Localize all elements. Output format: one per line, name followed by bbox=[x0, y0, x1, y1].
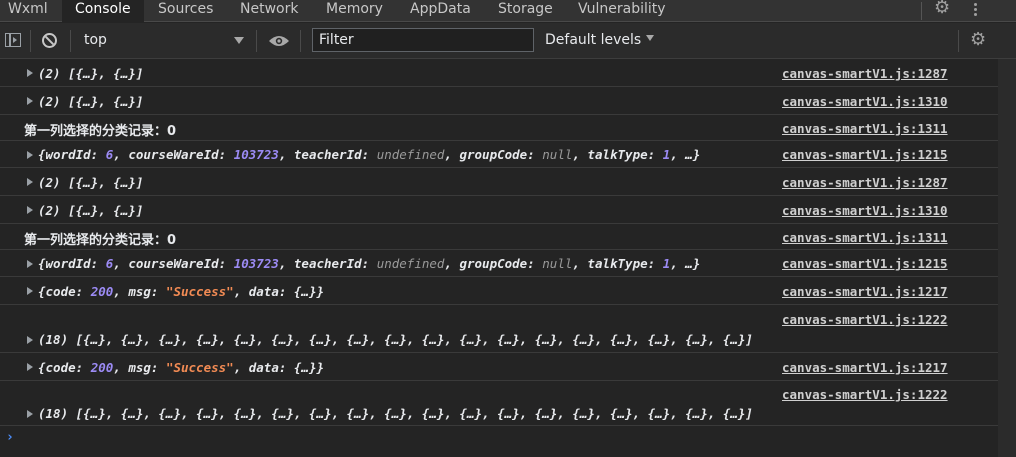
source-link[interactable]: canvas-smartV1.js:1310 bbox=[782, 94, 948, 109]
log-levels-label: Default levels bbox=[545, 32, 642, 48]
log-row[interactable]: (2) [{…}, {…}] canvas-smartV1.js:1287 bbox=[0, 59, 998, 87]
log-levels-dropdown[interactable]: Default levels bbox=[545, 32, 655, 48]
toolbar-divider bbox=[256, 30, 257, 52]
tab-network[interactable]: Network bbox=[240, 0, 298, 22]
object-preview: {wordId: 6, courseWareId: 103723, teache… bbox=[38, 256, 701, 271]
source-link[interactable]: canvas-smartV1.js:1287 bbox=[782, 175, 948, 190]
log-message: {wordId: 6, courseWareId: 103723, teache… bbox=[24, 256, 700, 271]
object-preview: {code: 200, msg: "Success", data: {…}} bbox=[38, 360, 324, 375]
object-preview: {wordId: 6, courseWareId: 103723, teache… bbox=[38, 147, 701, 162]
log-row[interactable]: (2) [{…}, {…}] canvas-smartV1.js:1310 bbox=[0, 196, 998, 224]
console-messages: (2) [{…}, {…}] canvas-smartV1.js:1287 (2… bbox=[0, 59, 1016, 457]
source-link[interactable]: canvas-smartV1.js:1311 bbox=[782, 121, 948, 136]
log-message: {wordId: 6, courseWareId: 103723, teache… bbox=[24, 147, 700, 162]
source-link[interactable]: canvas-smartV1.js:1217 bbox=[782, 284, 948, 299]
source-link[interactable]: canvas-smartV1.js:1215 bbox=[782, 147, 948, 162]
toolbar-divider bbox=[30, 30, 31, 52]
tab-storage[interactable]: Storage bbox=[498, 0, 553, 22]
gear-icon[interactable]: ⚙ bbox=[934, 0, 950, 17]
log-row[interactable]: (2) [{…}, {…}] canvas-smartV1.js:1287 bbox=[0, 168, 998, 196]
log-message: (18) [{…}, {…}, {…}, {…}, {…}, {…}, {…},… bbox=[38, 406, 753, 421]
log-message: {code: 200, msg: "Success", data: {…}} bbox=[24, 360, 324, 375]
source-link[interactable]: canvas-smartV1.js:1310 bbox=[782, 203, 948, 218]
log-row[interactable]: (2) [{…}, {…}] canvas-smartV1.js:1310 bbox=[0, 87, 998, 115]
tab-appdata[interactable]: AppData bbox=[410, 0, 471, 22]
tab-wxml[interactable]: Wxml bbox=[8, 0, 48, 22]
log-row[interactable]: {wordId: 6, courseWareId: 103723, teache… bbox=[0, 250, 998, 277]
eye-icon[interactable] bbox=[268, 34, 290, 48]
devtools-tab-bar: Wxml Console Sources Network Memory AppD… bbox=[0, 0, 1016, 22]
console-settings-gear-icon[interactable]: ⚙ bbox=[970, 31, 986, 49]
console-prompt[interactable]: › bbox=[6, 430, 14, 445]
log-row[interactable]: {wordId: 6, courseWareId: 103723, teache… bbox=[0, 141, 998, 168]
tab-divider bbox=[921, 2, 922, 20]
log-row[interactable]: canvas-smartV1.js:1222 (18) [{…}, {…}, {… bbox=[0, 305, 998, 353]
tab-sources[interactable]: Sources bbox=[158, 0, 213, 22]
object-preview: {code: 200, msg: "Success", data: {…}} bbox=[38, 284, 324, 299]
tab-console[interactable]: Console bbox=[62, 0, 144, 22]
log-message: (2) [{…}, {…}] bbox=[38, 203, 144, 218]
log-row[interactable]: {code: 200, msg: "Success", data: {…}} c… bbox=[0, 353, 998, 381]
dropdown-arrow-icon bbox=[234, 37, 244, 44]
clear-console-icon[interactable] bbox=[42, 33, 57, 48]
log-message: {code: 200, msg: "Success", data: {…}} bbox=[24, 284, 324, 299]
context-selector[interactable]: top bbox=[76, 29, 248, 53]
console-toolbar: top Default levels ⚙ bbox=[0, 23, 1016, 59]
log-row: 第一列选择的分类记录：0 canvas-smartV1.js:1311 bbox=[0, 115, 998, 141]
kebab-menu-icon[interactable] bbox=[972, 2, 978, 18]
source-link[interactable]: canvas-smartV1.js:1222 bbox=[782, 312, 948, 327]
log-message: (18) [{…}, {…}, {…}, {…}, {…}, {…}, {…},… bbox=[38, 332, 753, 347]
source-link[interactable]: canvas-smartV1.js:1311 bbox=[782, 230, 948, 245]
source-link[interactable]: canvas-smartV1.js:1222 bbox=[782, 387, 948, 402]
tab-memory[interactable]: Memory bbox=[326, 0, 383, 22]
dropdown-arrow-icon bbox=[646, 35, 655, 41]
toolbar-divider bbox=[300, 30, 301, 52]
log-row[interactable]: canvas-smartV1.js:1222 (18) [{…}, {…}, {… bbox=[0, 381, 998, 426]
log-message: 第一列选择的分类记录：0 bbox=[24, 233, 177, 248]
source-link[interactable]: canvas-smartV1.js:1287 bbox=[782, 66, 948, 81]
tab-vulnerability[interactable]: Vulnerability bbox=[578, 0, 666, 22]
log-message: (2) [{…}, {…}] bbox=[38, 94, 144, 109]
source-link[interactable]: canvas-smartV1.js:1217 bbox=[782, 360, 948, 375]
log-row[interactable]: {code: 200, msg: "Success", data: {…}} c… bbox=[0, 277, 998, 305]
log-message: (2) [{…}, {…}] bbox=[38, 175, 144, 190]
log-message: (2) [{…}, {…}] bbox=[38, 66, 144, 81]
toolbar-divider bbox=[70, 30, 71, 52]
scrollbar[interactable] bbox=[998, 59, 1016, 457]
toolbar-divider bbox=[958, 30, 959, 52]
source-link[interactable]: canvas-smartV1.js:1215 bbox=[782, 256, 948, 271]
log-message: 第一列选择的分类记录：0 bbox=[24, 124, 177, 139]
context-label: top bbox=[84, 32, 107, 48]
log-row: 第一列选择的分类记录：0 canvas-smartV1.js:1311 bbox=[0, 224, 998, 250]
filter-input[interactable] bbox=[312, 28, 534, 52]
sidebar-toggle-icon[interactable] bbox=[5, 33, 21, 47]
